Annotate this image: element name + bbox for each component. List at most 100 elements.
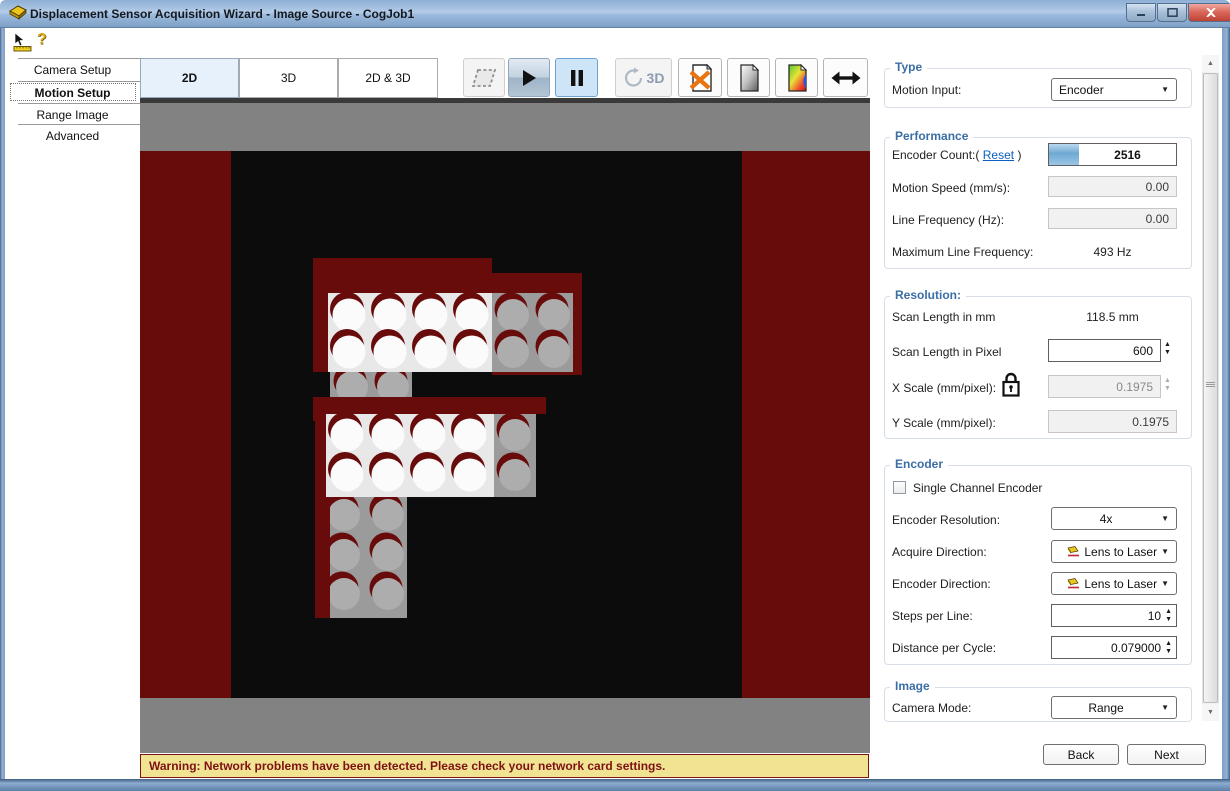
motion-speed-label: Motion Speed (mm/s): <box>892 181 1010 195</box>
chevron-down-icon: ▼ <box>1161 514 1169 523</box>
max-line-frequency-label: Maximum Line Frequency: <box>892 245 1033 259</box>
scan-length-pixel-spinner[interactable]: ▲▼ <box>1164 341 1171 357</box>
window-title: Displacement Sensor Acquisition Wizard -… <box>30 7 414 21</box>
scrollbar-up-icon[interactable]: ▲ <box>1202 55 1219 72</box>
minimize-button[interactable] <box>1126 3 1156 22</box>
spinner-up-icon[interactable]: ▲ <box>1165 608 1172 616</box>
x-scale-field: 0.1975 <box>1048 375 1161 398</box>
scan-length-mm-label: Scan Length in mm <box>892 310 995 324</box>
y-scale-field: 0.1975 <box>1048 410 1177 433</box>
lock-icon[interactable] <box>1001 372 1021 398</box>
scan-length-mm-value: 118.5 mm <box>1048 310 1177 324</box>
group-encoder-title: Encoder <box>890 457 948 471</box>
tab-3d[interactable]: 3D <box>239 58 338 98</box>
single-channel-encoder-label: Single Channel Encoder <box>913 481 1042 495</box>
scan-length-pixel-label: Scan Length in Pixel <box>892 345 1001 359</box>
steps-per-line-label: Steps per Line: <box>892 609 973 623</box>
distance-per-cycle-label: Distance per Cycle: <box>892 641 996 655</box>
max-line-frequency-value: 493 Hz <box>1048 245 1177 259</box>
lens-to-laser-icon <box>1067 578 1080 589</box>
distance-per-cycle-spinner[interactable]: ▲▼ <box>1165 640 1176 656</box>
rotate-3d-label: 3D <box>647 70 665 86</box>
motion-input-label: Motion Input: <box>892 83 961 97</box>
range-image-display <box>140 103 870 753</box>
motion-input-dropdown[interactable]: Encoder ▼ <box>1051 78 1177 101</box>
grayscale-image-button[interactable] <box>727 58 770 97</box>
steps-per-line-value: 10 <box>1148 609 1165 623</box>
chevron-down-icon: ▼ <box>1161 579 1169 588</box>
scan-length-pixel-value: 600 <box>1133 344 1160 358</box>
pause-icon <box>570 69 584 87</box>
encoder-count-activity-indicator <box>1049 144 1079 165</box>
distance-per-cycle-value: 0.079000 <box>1111 641 1165 655</box>
encoder-count-label-suffix: ) <box>1017 148 1021 162</box>
chevron-down-icon: ▼ <box>1161 703 1169 712</box>
encoder-resolution-value: 4x <box>1100 512 1121 526</box>
spinner-up-icon[interactable]: ▲ <box>1164 341 1171 349</box>
group-performance-title: Performance <box>890 129 973 143</box>
encoder-count-label: Encoder Count:( Reset ) <box>892 148 1021 162</box>
window-border-right <box>1222 28 1230 779</box>
spinner-up-icon[interactable]: ▲ <box>1165 640 1172 648</box>
group-type-title: Type <box>890 60 927 74</box>
acquire-direction-dropdown[interactable]: Lens to Laser ▼ <box>1051 540 1177 563</box>
group-resolution-title: Resolution: <box>890 288 966 302</box>
maximize-button[interactable] <box>1157 3 1187 22</box>
spinner-down-icon: ▼ <box>1164 385 1171 393</box>
pointer-ruler-icon[interactable] <box>13 32 33 52</box>
spinner-down-icon[interactable]: ▼ <box>1165 616 1172 624</box>
encoder-count-field[interactable]: 2516 <box>1048 143 1177 166</box>
page-colormap-icon <box>785 64 809 92</box>
encoder-direction-dropdown[interactable]: Lens to Laser ▼ <box>1051 572 1177 595</box>
reset-link[interactable]: Reset <box>983 148 1014 162</box>
colormap-image-button[interactable] <box>775 58 818 97</box>
single-channel-encoder-checkbox[interactable] <box>893 481 906 494</box>
window-border-bottom <box>0 779 1230 791</box>
close-button[interactable] <box>1188 3 1230 22</box>
spinner-down-icon[interactable]: ▼ <box>1165 648 1172 656</box>
image-bottom-band <box>140 698 870 753</box>
sidebar-item-advanced[interactable]: Advanced <box>5 126 140 146</box>
x-scale-spinner: ▲▼ <box>1164 377 1171 393</box>
next-button[interactable]: Next <box>1127 744 1206 765</box>
fit-width-button[interactable] <box>823 58 868 97</box>
rotate-3d-button[interactable]: 3D <box>615 58 672 97</box>
image-left-red-stripe <box>140 151 231 698</box>
camera-mode-label: Camera Mode: <box>892 701 971 715</box>
image-right-red-stripe <box>742 151 870 698</box>
scrollbar-down-icon[interactable]: ▼ <box>1202 704 1219 721</box>
steps-per-line-spinner[interactable]: ▲▼ <box>1165 608 1176 624</box>
tab-2d[interactable]: 2D <box>140 58 239 98</box>
roi-button[interactable] <box>463 58 505 97</box>
discard-image-button[interactable] <box>678 58 722 97</box>
tab-2d-and-3d[interactable]: 2D & 3D <box>338 58 438 98</box>
line-frequency-label: Line Frequency (Hz): <box>892 213 1004 227</box>
fit-width-arrow-icon <box>831 71 861 85</box>
scan-length-pixel-field[interactable]: 600 <box>1048 339 1161 362</box>
scrollbar-thumb[interactable] <box>1203 73 1218 703</box>
steps-per-line-field[interactable]: 10 ▲▼ <box>1051 604 1177 627</box>
pause-button[interactable] <box>555 58 598 97</box>
sidebar-item-camera-setup[interactable]: Camera Setup <box>5 60 140 80</box>
acquire-direction-value: Lens to Laser <box>1084 545 1161 559</box>
sidebar-item-motion-setup[interactable]: Motion Setup <box>5 83 140 103</box>
motion-speed-value: 0.00 <box>1146 180 1176 194</box>
sidebar-divider <box>18 103 140 104</box>
camera-mode-value: Range <box>1088 701 1131 715</box>
group-encoder <box>884 465 1192 665</box>
maximize-icon <box>1167 8 1178 17</box>
back-button[interactable]: Back <box>1043 744 1119 765</box>
spinner-down-icon[interactable]: ▼ <box>1164 349 1171 357</box>
distance-per-cycle-field[interactable]: 0.079000 ▲▼ <box>1051 636 1177 659</box>
play-button[interactable] <box>508 58 550 97</box>
roi-parallelogram-icon <box>471 68 497 88</box>
encoder-resolution-dropdown[interactable]: 4x ▼ <box>1051 507 1177 530</box>
help-icon[interactable]: ? <box>37 31 47 49</box>
wizard-window: Displacement Sensor Acquisition Wizard -… <box>0 0 1230 791</box>
page-grayscale-icon <box>737 64 761 92</box>
x-scale-value: 0.1975 <box>1116 380 1160 394</box>
x-scale-label: X Scale (mm/pixel): <box>892 381 996 395</box>
sidebar-item-range-image[interactable]: Range Image <box>5 105 140 125</box>
camera-mode-dropdown[interactable]: Range ▼ <box>1051 696 1177 719</box>
motion-input-value: Encoder <box>1059 83 1104 97</box>
